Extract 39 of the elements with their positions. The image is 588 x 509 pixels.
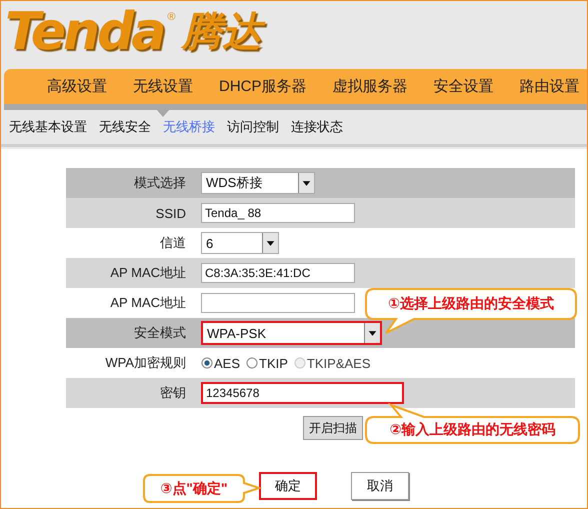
field-label: 信道 <box>159 234 186 252</box>
field-label: 密钥 <box>159 384 186 402</box>
confirm-button[interactable]: 确定 <box>259 472 317 500</box>
field-label: AP MAC地址 <box>109 264 186 282</box>
subnav-tab[interactable]: 无线桥接 <box>163 118 215 136</box>
input-field[interactable]: 12345678 <box>201 382 404 404</box>
registered-mark: ® <box>167 11 176 23</box>
cancel-button[interactable]: 取消 <box>351 472 409 500</box>
input-field[interactable]: C8:3A:35:3E:41:DC <box>201 263 355 283</box>
nav-tab[interactable]: 路由设置 <box>506 69 587 104</box>
subnav-tab[interactable]: 无线基本设置 <box>9 118 87 136</box>
nav-tab[interactable]: DHCP服务器 <box>206 69 320 104</box>
radio-option[interactable]: AES <box>201 356 240 370</box>
nav-tab[interactable]: 无线设置 <box>120 69 206 104</box>
input-field[interactable] <box>201 293 355 313</box>
nav-tab[interactable]: 安全设置 <box>420 69 507 104</box>
field-label: SSID <box>154 206 186 220</box>
radio-dot-icon <box>246 357 258 369</box>
input-field[interactable]: Tenda_ 88 <box>201 203 355 223</box>
radio-dot-icon <box>294 357 306 369</box>
scan-button[interactable]: 开启扫描 <box>303 416 363 440</box>
logo-wordmark: Tenda <box>5 1 164 63</box>
nav-tab[interactable]: 虚拟服务器 <box>320 69 421 104</box>
callout-text: ③点"确定" <box>160 480 228 498</box>
dropdown[interactable]: WPA-PSK <box>201 321 382 345</box>
radio-dot-icon <box>201 357 213 369</box>
subnav-tab[interactable]: 访问控制 <box>227 118 279 136</box>
subnav-tab[interactable]: 连接状态 <box>291 118 343 136</box>
radio-option[interactable]: TKIP <box>246 356 288 370</box>
subnav-tab[interactable]: 无线安全 <box>99 118 151 136</box>
callout-text: ①选择上级路由的安全模式 <box>388 295 554 313</box>
dropdown[interactable]: 6 <box>201 232 279 254</box>
field-label: 模式选择 <box>133 174 186 192</box>
field-label: WPA加密规则 <box>104 354 186 372</box>
callout-text: ②输入上级路由的无线密码 <box>390 421 556 439</box>
field-label: AP MAC地址 <box>109 294 186 312</box>
nav-tab[interactable]: 高级设置 <box>34 69 120 104</box>
field-label: 安全模式 <box>133 324 186 342</box>
dropdown[interactable]: WDS桥接 <box>201 172 315 194</box>
